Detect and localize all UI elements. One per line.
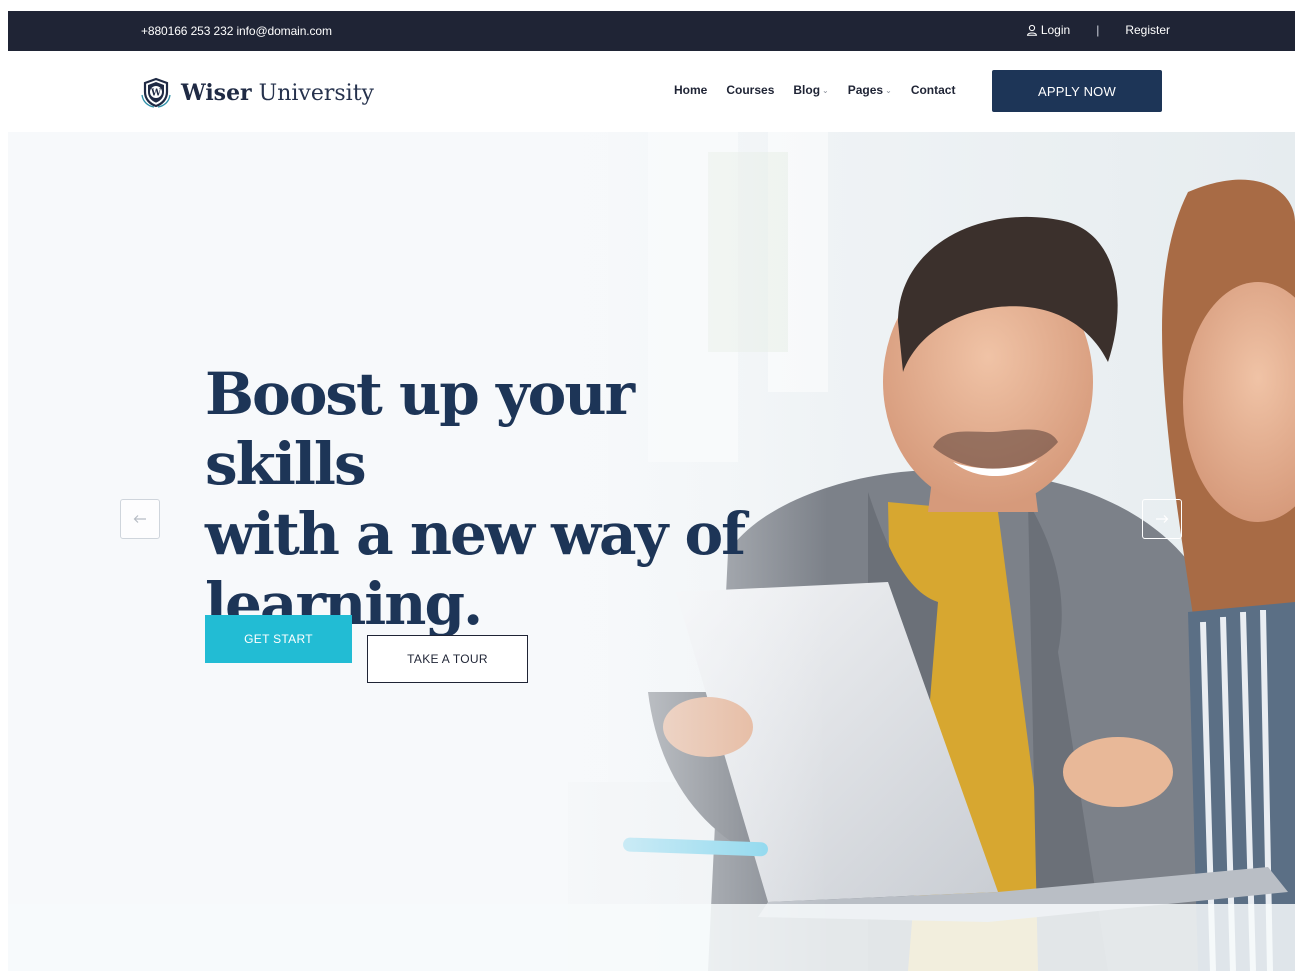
slider-prev-button[interactable] <box>120 499 160 539</box>
register-link[interactable]: Register <box>1125 23 1170 37</box>
shield-logo-icon: W <box>141 77 171 108</box>
svg-text:W: W <box>150 88 162 98</box>
nav-label: Contact <box>910 83 956 97</box>
nav-item-blog[interactable]: Blog ⌄ <box>793 83 828 97</box>
nav-label: Courses <box>726 83 775 97</box>
brand-name-light: University <box>258 81 374 106</box>
main-nav: Home Courses Blog ⌄ Pages ⌄ Contact <box>674 83 955 97</box>
login-link[interactable]: Login <box>1026 23 1070 37</box>
hero-headline-line: Boost up your skills <box>205 360 635 498</box>
auth-separator: | <box>1096 23 1100 37</box>
nav-item-pages[interactable]: Pages ⌄ <box>848 83 892 97</box>
brand-name-bold: Wiser <box>181 80 252 106</box>
main-header: W Wiser University Home Courses Blog ⌄ P… <box>8 51 1295 132</box>
user-icon <box>1026 24 1037 36</box>
nav-label: Blog <box>793 83 821 97</box>
get-start-button[interactable]: GET START <box>205 615 352 663</box>
brand-name: Wiser University <box>181 80 374 106</box>
nav-label: Pages <box>847 83 884 97</box>
take-a-tour-button[interactable]: TAKE A TOUR <box>367 635 528 683</box>
hero-bottom-strip <box>8 904 1295 971</box>
hero-slider: Boost up your skills with a new way of l… <box>8 132 1295 971</box>
slider-next-button[interactable] <box>1142 499 1182 539</box>
page-frame: +880166 253 232 info@domain.com Login | … <box>8 11 1295 971</box>
top-bar: +880166 253 232 info@domain.com Login | … <box>8 11 1295 51</box>
hero-headline-line: with a new way of <box>205 500 746 568</box>
login-label: Login <box>1040 23 1071 37</box>
contact-info: +880166 253 232 info@domain.com <box>141 24 332 38</box>
chevron-down-icon: ⌄ <box>822 85 829 95</box>
auth-links: Login | Register <box>1026 23 1170 37</box>
nav-item-courses[interactable]: Courses <box>726 83 774 97</box>
nav-item-contact[interactable]: Contact <box>911 83 956 97</box>
arrow-right-icon <box>1156 515 1169 523</box>
hero-headline: Boost up your skills with a new way of l… <box>205 359 765 639</box>
chevron-down-icon: ⌄ <box>885 85 892 95</box>
arrow-left-icon <box>133 515 146 523</box>
nav-label: Home <box>674 83 708 97</box>
site-logo[interactable]: W Wiser University <box>139 77 374 109</box>
nav-item-home[interactable]: Home <box>674 83 707 97</box>
apply-now-button[interactable]: APPLY NOW <box>992 70 1162 112</box>
